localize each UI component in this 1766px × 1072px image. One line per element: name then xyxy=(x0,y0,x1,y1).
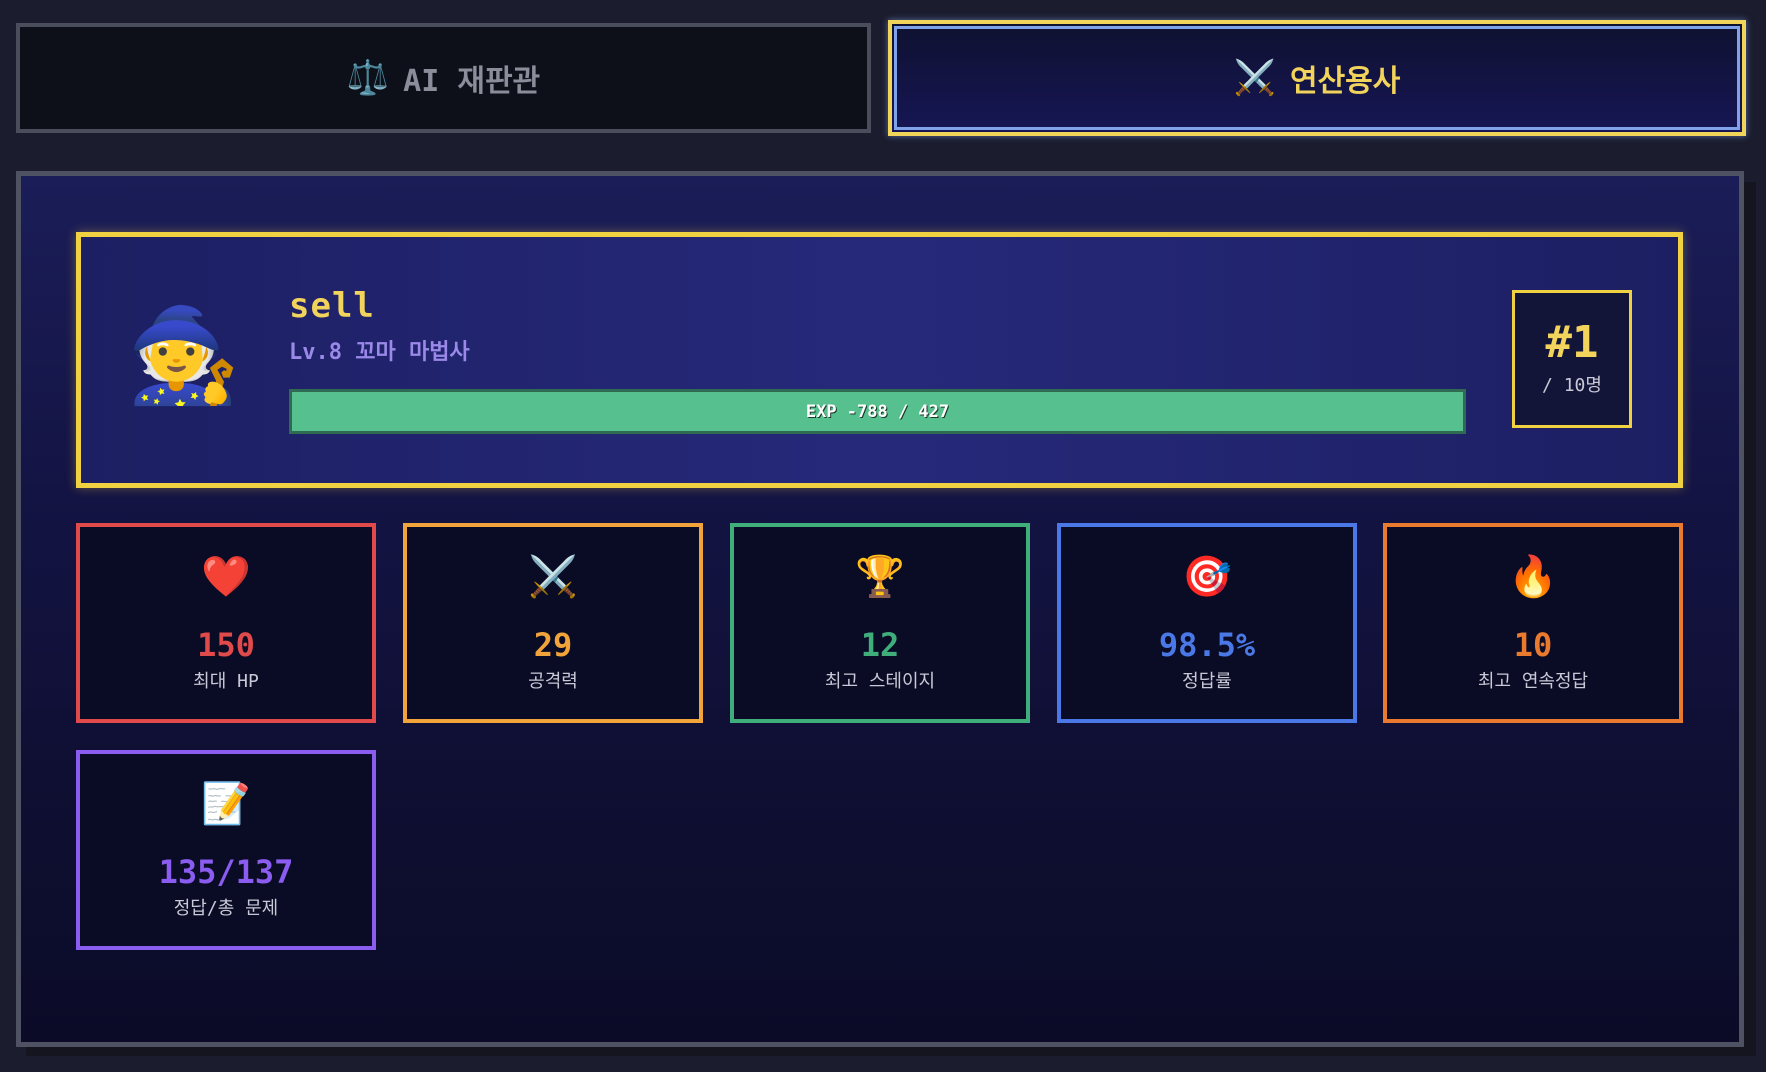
stat-label: 최대 HP xyxy=(193,671,259,692)
fire-icon: 🔥 xyxy=(1508,554,1558,600)
stat-value: 150 xyxy=(197,626,255,664)
stat-card-correct-total: 📝 135/137 정답/총 문제 xyxy=(76,750,376,950)
exp-bar: EXP -788 / 427 xyxy=(289,389,1466,434)
tab-math-warrior[interactable]: ⚔️ 연산용사 xyxy=(888,20,1746,136)
stat-card-attack: ⚔️ 29 공격력 xyxy=(403,523,703,723)
stat-value: 10 xyxy=(1513,626,1553,664)
heart-icon: ❤️ xyxy=(201,554,251,600)
rank-total: / 10명 xyxy=(1542,375,1602,396)
memo-icon: 📝 xyxy=(201,781,251,827)
crossed-swords-icon: ⚔️ xyxy=(1233,58,1276,98)
scales-icon: ⚖️ xyxy=(346,58,390,98)
crossed-swords-icon: ⚔️ xyxy=(528,554,578,600)
username: sell xyxy=(289,286,375,326)
stat-label: 최고 스테이지 xyxy=(824,671,936,692)
stat-label: 정답률 xyxy=(1182,671,1232,692)
stat-value: 29 xyxy=(533,626,573,664)
level-title: Lv.8 꼬마 마법사 xyxy=(289,340,470,365)
stat-label: 공격력 xyxy=(528,671,578,692)
stat-card-best-streak: 🔥 10 최고 연속정답 xyxy=(1383,523,1683,723)
trophy-icon: 🏆 xyxy=(855,554,905,600)
wizard-avatar-icon: 🧙 xyxy=(126,302,241,409)
target-icon: 🎯 xyxy=(1182,554,1232,600)
rank-box: #1 / 10명 xyxy=(1512,290,1632,428)
stat-label: 정답/총 문제 xyxy=(173,898,279,919)
stat-label: 최고 연속정답 xyxy=(1477,671,1589,692)
exp-text: EXP -788 / 427 xyxy=(805,401,950,422)
tab-math-warrior-label: 연산용사 xyxy=(1289,64,1401,99)
stat-value: 98.5% xyxy=(1158,626,1256,664)
rank-number: #1 xyxy=(1545,317,1599,368)
tab-ai-judge-label: AI 재판관 xyxy=(403,64,541,99)
stat-card-max-hp: ❤️ 150 최대 HP xyxy=(76,523,376,723)
stat-card-best-stage: 🏆 12 최고 스테이지 xyxy=(730,523,1030,723)
stat-value: 135/137 xyxy=(158,853,294,891)
stat-card-accuracy: 🎯 98.5% 정답률 xyxy=(1057,523,1357,723)
stat-value: 12 xyxy=(860,626,900,664)
tab-ai-judge[interactable]: ⚖️ AI 재판관 xyxy=(16,23,871,133)
